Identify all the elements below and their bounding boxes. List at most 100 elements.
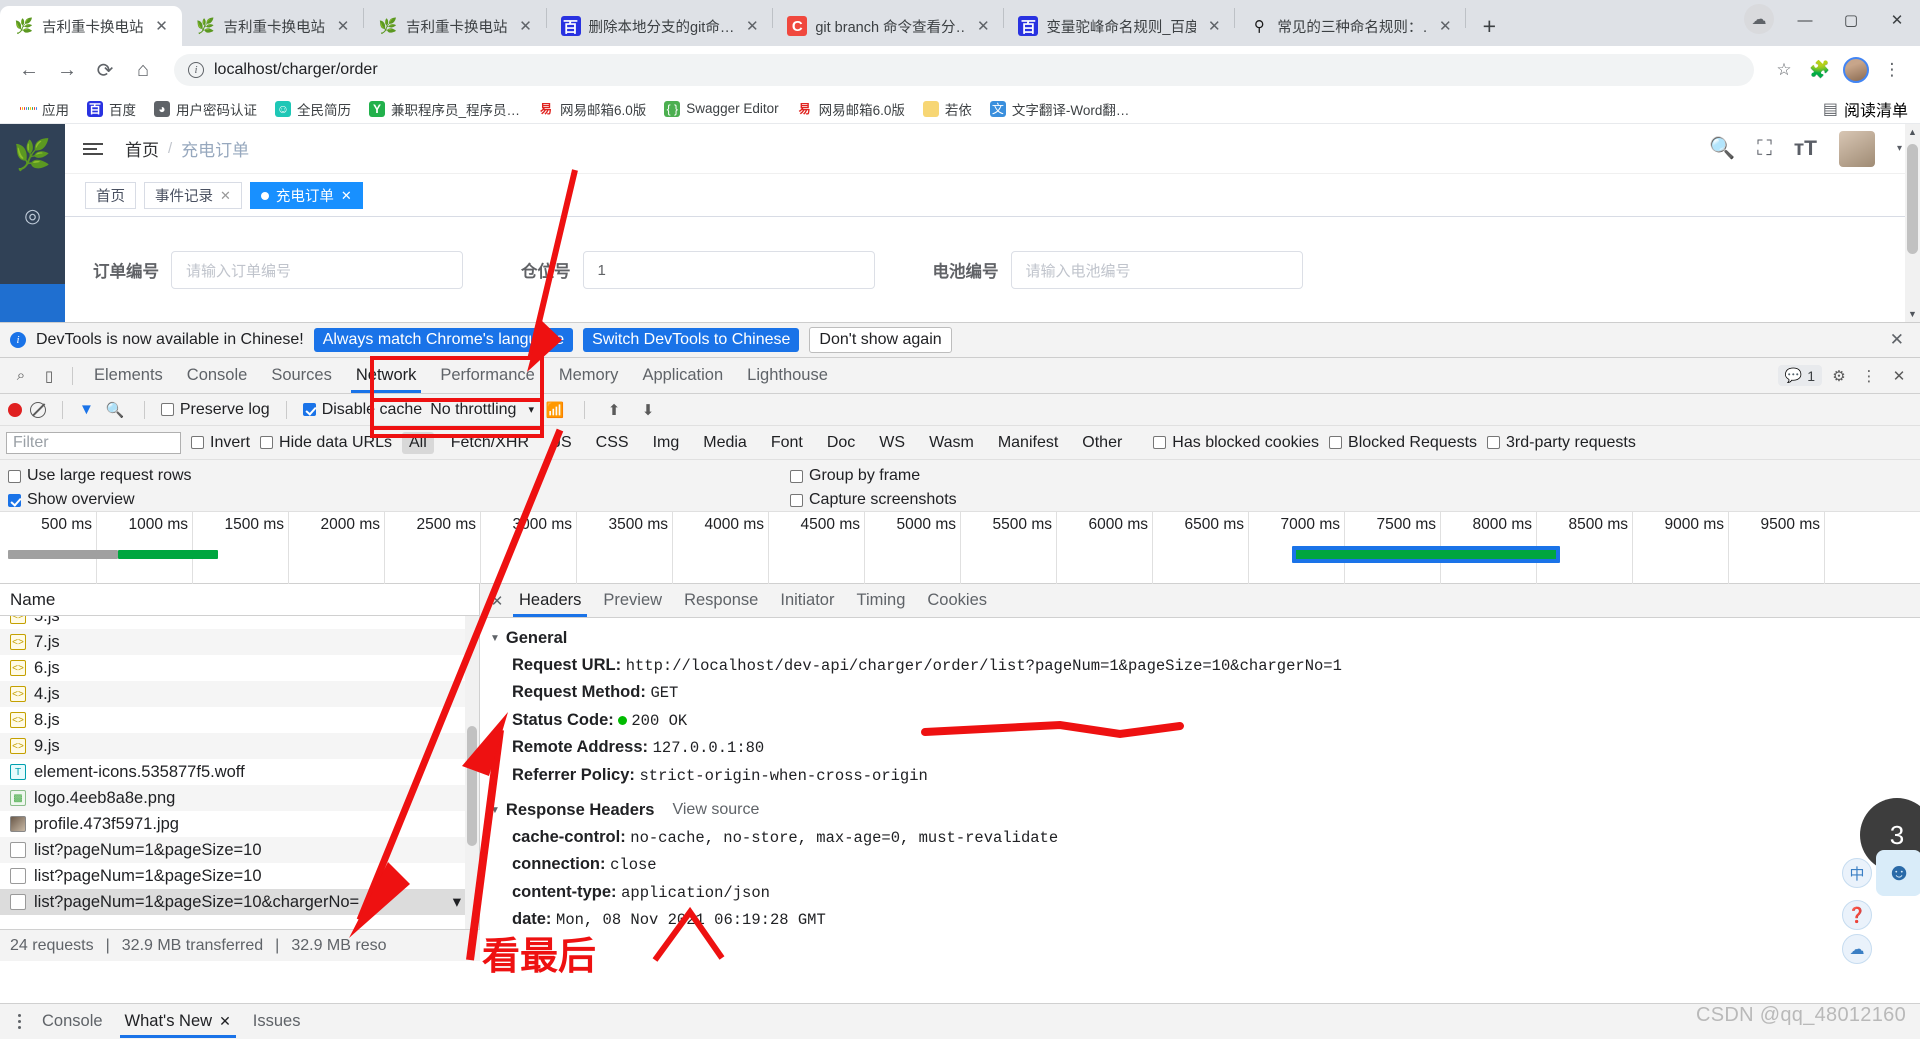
qr-icon[interactable]: ❓ — [1842, 900, 1872, 930]
battery-no-input[interactable]: 请输入电池编号 — [1010, 251, 1303, 289]
bookmark-translate[interactable]: 文 文字翻译-Word翻… — [982, 96, 1138, 122]
kebab-icon[interactable]: ⋮ — [1856, 363, 1882, 389]
overview-band[interactable] — [8, 550, 118, 559]
extensions-icon[interactable]: 🧩 — [1804, 54, 1836, 86]
general-section-title[interactable]: ▼ General — [490, 629, 1920, 648]
bookmark-resume[interactable]: ☺ 全民简历 — [267, 96, 359, 122]
throttling-dropdown[interactable]: No throttling ▾ — [430, 401, 534, 419]
minimize-button[interactable]: — — [1782, 0, 1828, 40]
disable-cache-checkbox[interactable]: Disable cache — [302, 401, 422, 419]
hide-data-urls-checkbox[interactable]: Hide data URLs — [260, 434, 392, 452]
filter-type-font[interactable]: Font — [764, 432, 810, 454]
filter-type-css[interactable]: CSS — [589, 432, 636, 454]
filter-input[interactable]: Filter — [6, 431, 181, 454]
clear-icon[interactable] — [30, 401, 46, 418]
drawer-tab-console[interactable]: Console — [32, 1005, 113, 1038]
chevron-down-icon[interactable]: ▾ — [453, 892, 465, 912]
table-row[interactable]: <> 5.js — [0, 616, 465, 629]
bookmark-ruoyi[interactable]: 若依 — [915, 96, 980, 122]
home-button[interactable]: ⌂ — [126, 53, 160, 87]
bookmark-netease-mail-1[interactable]: 易 网易邮箱6.0版 — [530, 96, 654, 122]
table-row[interactable]: <> 8.js — [0, 707, 465, 733]
show-overview-checkbox[interactable]: Show overview — [8, 488, 192, 512]
hamburger-icon[interactable] — [83, 142, 103, 155]
site-info-icon[interactable]: i — [188, 62, 204, 78]
bookmark-parttime-dev[interactable]: Y 兼职程序员_程序员… — [361, 96, 528, 122]
breadcrumb-root[interactable]: 首页 — [125, 136, 159, 161]
kebab-icon[interactable] — [8, 1014, 30, 1029]
table-row[interactable]: list?pageNum=1&pageSize=10&chargerNo= ▾ — [0, 889, 465, 915]
detail-tab-cookies[interactable]: Cookies — [916, 584, 998, 617]
browser-tab-5[interactable]: 百 变量驼峰命名规则_百度… ✕ — [1004, 6, 1235, 46]
detail-tab-headers[interactable]: Headers — [508, 584, 592, 617]
avatar[interactable] — [1838, 130, 1875, 167]
filter-icon[interactable]: ▼ — [79, 401, 94, 418]
table-row[interactable]: list?pageNum=1&pageSize=10 — [0, 863, 465, 889]
close-icon[interactable]: ✕ — [1890, 330, 1910, 350]
bookmark-baidu[interactable]: 百 百度 — [79, 96, 144, 122]
filter-type-manifest[interactable]: Manifest — [991, 432, 1065, 454]
invert-checkbox[interactable]: Invert — [191, 434, 250, 452]
detail-tab-timing[interactable]: Timing — [845, 584, 916, 617]
chevron-down-icon[interactable]: ▾ — [1897, 143, 1902, 154]
filter-type-fetch-xhr[interactable]: Fetch/XHR — [444, 432, 536, 454]
new-tab-button[interactable]: + — [1472, 9, 1506, 43]
use-large-rows-checkbox[interactable]: Use large request rows — [8, 464, 192, 488]
close-icon[interactable]: ✕ — [486, 590, 508, 612]
message-count-badge[interactable]: 💬 1 — [1777, 365, 1822, 386]
bookmark-apps[interactable]: 应用 — [12, 96, 77, 122]
drawer-tab-whats-new[interactable]: What's New ✕ — [115, 1005, 241, 1038]
page-scrollbar[interactable]: ▲ ▼ — [1905, 124, 1920, 322]
table-row[interactable]: Telement-icons.535877f5.woff — [0, 759, 465, 785]
table-row[interactable]: ▩ logo.4eeb8a8e.png — [0, 785, 465, 811]
group-by-frame-checkbox[interactable]: Group by frame — [790, 464, 957, 488]
browser-tab-1[interactable]: 🌿 吉利重卡换电站 ✕ — [181, 6, 363, 46]
switch-devtools-chinese-button[interactable]: Switch DevTools to Chinese — [583, 328, 800, 352]
back-button[interactable]: ← — [12, 53, 46, 87]
address-bar[interactable]: i localhost/charger/order — [174, 54, 1754, 86]
close-window-button[interactable]: ✕ — [1874, 0, 1920, 40]
filter-type-other[interactable]: Other — [1075, 432, 1129, 454]
record-icon[interactable] — [8, 402, 22, 417]
overview-band[interactable] — [1292, 546, 1560, 563]
reload-button[interactable]: ⟳ — [88, 53, 122, 87]
close-icon[interactable]: ✕ — [742, 16, 762, 36]
scrollbar-thumb[interactable] — [1907, 144, 1918, 254]
tab-elements[interactable]: Elements — [83, 358, 174, 393]
browser-tab-0[interactable]: 🌿 吉利重卡换电站 ✕ — [0, 6, 182, 46]
third-party-requests-checkbox[interactable]: 3rd-party requests — [1487, 434, 1636, 452]
inspect-icon[interactable]: ⌕ — [8, 363, 34, 389]
tab-network[interactable]: Network — [345, 358, 428, 393]
maximize-button[interactable]: ▢ — [1828, 0, 1874, 40]
requests-list[interactable]: <> 5.js <> 7.js <> 6.js <> 4.js <> 8.js <> 9.js Tele… — [0, 616, 465, 929]
filter-type-all[interactable]: All — [401, 431, 434, 454]
filter-type-js[interactable]: JS — [546, 432, 579, 454]
bookmark-netease-mail-2[interactable]: 易 网易邮箱6.0版 — [789, 96, 913, 122]
always-match-language-button[interactable]: Always match Chrome's language — [313, 328, 574, 352]
browser-tab-3[interactable]: 百 删除本地分支的git命… ✕ — [546, 6, 773, 46]
requests-scrollbar[interactable] — [465, 616, 479, 929]
search-icon[interactable]: 🔍 — [1709, 137, 1735, 161]
table-row[interactable]: <> 4.js — [0, 681, 465, 707]
filter-type-ws[interactable]: WS — [872, 432, 912, 454]
table-row[interactable]: list?pageNum=1&pageSize=10 — [0, 837, 465, 863]
bookmark-swagger-editor[interactable]: { } Swagger Editor — [656, 98, 786, 120]
close-icon[interactable]: ✕ — [516, 16, 536, 36]
scrollbar-thumb[interactable] — [467, 726, 477, 846]
reading-list-button[interactable]: ▤ 阅读清单 — [1823, 97, 1908, 121]
gear-icon[interactable]: ⚙ — [1826, 363, 1852, 389]
detail-tab-preview[interactable]: Preview — [592, 584, 673, 617]
view-source-link[interactable]: View source — [672, 801, 759, 819]
forward-button[interactable]: → — [50, 53, 84, 87]
sidebar-item-active[interactable] — [0, 284, 65, 322]
tab-memory[interactable]: Memory — [548, 358, 630, 393]
close-icon[interactable]: ✕ — [341, 188, 352, 204]
blocked-requests-checkbox[interactable]: Blocked Requests — [1329, 434, 1477, 452]
response-headers-section-title[interactable]: ▼ Response Headers View source — [490, 801, 1920, 820]
filter-type-img[interactable]: Img — [646, 432, 687, 454]
preserve-log-checkbox[interactable]: Preserve log — [160, 401, 270, 419]
close-icon[interactable]: ✕ — [1886, 363, 1912, 389]
smiley-icon[interactable]: ☁ — [1842, 934, 1872, 964]
network-overview-timeline[interactable]: 500 ms 1000 ms 1500 ms 2000 ms 2500 ms 3000 m… — [0, 512, 1920, 584]
close-icon[interactable]: ✕ — [973, 16, 993, 36]
